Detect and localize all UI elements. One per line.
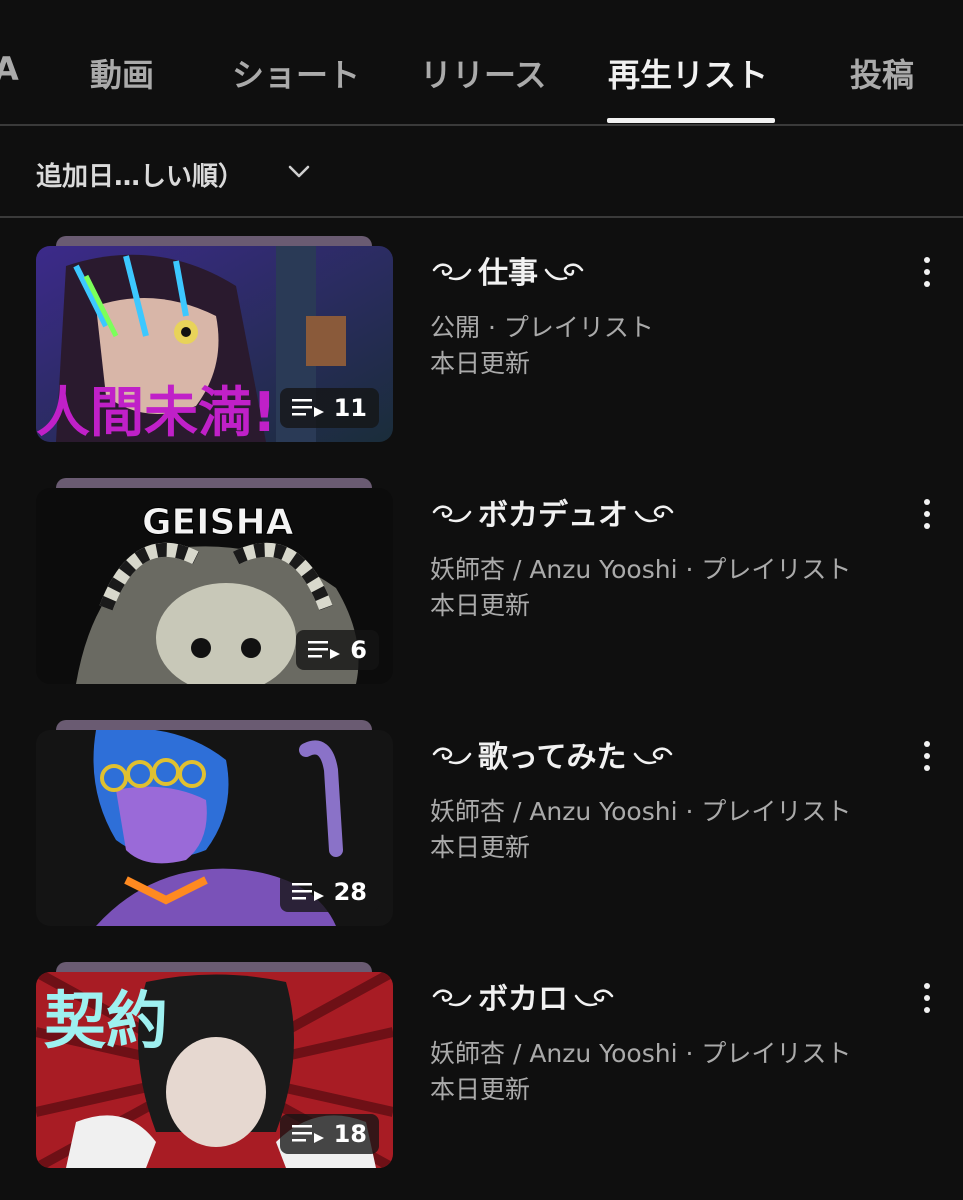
- tab-posts[interactable]: 投稿: [850, 50, 914, 96]
- playlist-channel: 妖師杏 / Anzu Yooshi · プレイリスト: [430, 797, 852, 826]
- video-count-badge: 28: [279, 872, 379, 912]
- sort-bar: 追加日…しい順）: [0, 126, 963, 218]
- playlist-updated: 本日更新: [430, 1075, 531, 1104]
- playlist-title[interactable]: ボカロ: [430, 974, 616, 1018]
- more-options-icon[interactable]: [916, 980, 938, 1016]
- video-count: 11: [333, 394, 367, 422]
- playlist-title-text: 仕事: [478, 256, 538, 291]
- video-count: 18: [333, 1120, 367, 1148]
- tab-videos[interactable]: 動画: [90, 50, 154, 96]
- playlist-thumbnail[interactable]: 28: [36, 730, 393, 926]
- playlist-updated: 本日更新: [430, 591, 531, 620]
- tab-home[interactable]: A: [0, 50, 19, 88]
- more-options-icon[interactable]: [916, 496, 938, 532]
- video-count: 6: [350, 636, 367, 664]
- swirl-right-icon: [634, 505, 674, 523]
- thumbnail-title-text: GEISHA: [142, 502, 294, 543]
- channel-tabs: A 動画 ショート リリース 再生リスト 投稿: [0, 0, 963, 126]
- more-options-icon[interactable]: [916, 738, 938, 774]
- swirl-left-icon: [432, 747, 472, 765]
- swirl-left-icon: [432, 263, 472, 281]
- playlist-thumbnail[interactable]: 人間未満! 11: [36, 246, 393, 442]
- sort-dropdown[interactable]: 追加日…しい順）: [36, 156, 244, 193]
- playlist-channel: 妖師杏 / Anzu Yooshi · プレイリスト: [430, 555, 852, 584]
- playlist-thumbnail[interactable]: 契約 18: [36, 972, 393, 1168]
- playlist-title-text: ボカデュオ: [478, 498, 628, 533]
- playlist-play-icon: [291, 883, 324, 901]
- playlist-play-icon: [291, 1125, 324, 1143]
- playlist-title[interactable]: ボカデュオ: [430, 490, 676, 534]
- swirl-left-icon: [432, 989, 472, 1007]
- playlist-updated: 本日更新: [430, 833, 531, 862]
- playlist-channel: 妖師杏 / Anzu Yooshi · プレイリスト: [430, 1039, 852, 1068]
- more-options-icon[interactable]: [916, 254, 938, 290]
- tab-shorts[interactable]: ショート: [232, 50, 360, 96]
- playlist-title-text: ボカロ: [478, 982, 568, 1017]
- video-count: 28: [333, 878, 367, 906]
- video-count-badge: 6: [296, 630, 379, 670]
- playlist-item[interactable]: 28 歌ってみた 妖師杏 / Anzu Yooshi · プレイリスト 本日更新: [0, 720, 963, 940]
- video-count-badge: 11: [279, 388, 379, 428]
- playlist-play-icon: [291, 399, 324, 417]
- tab-playlists[interactable]: 再生リスト: [608, 50, 768, 96]
- playlist-item[interactable]: 契約 18 ボカロ 妖師杏 / Anzu Yooshi · プレイリスト 本日更…: [0, 962, 963, 1182]
- playlist-visibility: 公開 · プレイリスト: [430, 313, 654, 342]
- playlist-title[interactable]: 歌ってみた: [430, 732, 675, 776]
- swirl-left-icon: [432, 505, 472, 523]
- playlist-title[interactable]: 仕事: [430, 248, 586, 292]
- chevron-down-icon[interactable]: [286, 161, 312, 181]
- playlist-updated: 本日更新: [430, 349, 531, 378]
- playlist-title-text: 歌ってみた: [478, 740, 627, 775]
- video-count-badge: 18: [279, 1114, 379, 1154]
- swirl-right-icon: [544, 263, 584, 281]
- thumbnail-title-text: 契約: [44, 984, 168, 1057]
- active-tab-indicator: [607, 118, 775, 123]
- playlist-item[interactable]: GEISHA 6 ボカデュオ 妖師杏 / Anzu Yooshi · プレイリス…: [0, 478, 963, 698]
- playlist-item[interactable]: 人間未満! 11 仕事 公開 · プレイリスト 本日更新: [0, 236, 963, 456]
- playlist-play-icon: [308, 641, 341, 659]
- thumbnail-title-text: 人間未満!: [36, 381, 277, 442]
- playlist-thumbnail[interactable]: GEISHA 6: [36, 488, 393, 684]
- swirl-right-icon: [574, 989, 614, 1007]
- swirl-right-icon: [633, 747, 672, 765]
- tab-releases[interactable]: リリース: [420, 50, 546, 96]
